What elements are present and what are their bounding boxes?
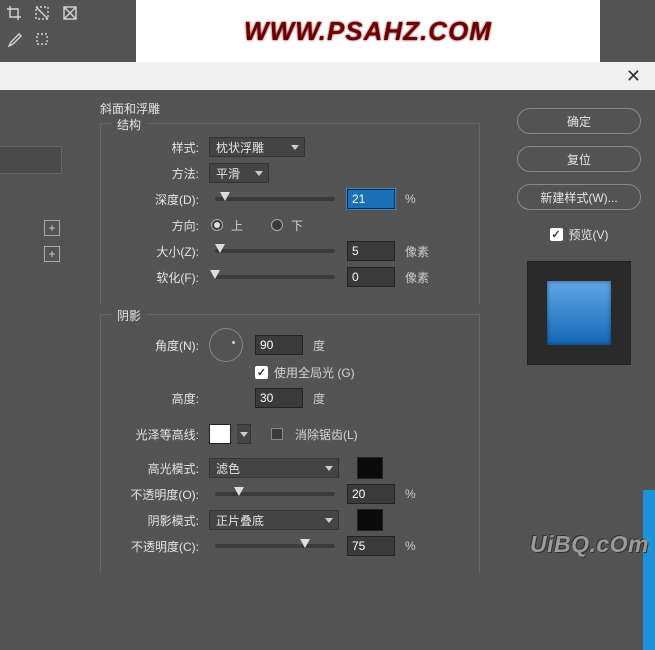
style-list-item[interactable]: [0, 146, 62, 174]
accent-bar: [643, 490, 655, 650]
style-label: 样式:: [113, 139, 203, 156]
highlight-opacity-input[interactable]: 20: [347, 484, 395, 504]
highlight-opacity-label: 不透明度(O):: [113, 486, 203, 503]
altitude-input[interactable]: 30: [255, 388, 303, 408]
ok-button[interactable]: 确定: [517, 108, 641, 134]
layer-style-dialog: ✕ + + 确定 复位 新建样式(W)... 预览(V) 斜面和浮雕: [0, 62, 655, 560]
frame-tool-icon[interactable]: [56, 0, 84, 26]
size-unit: 像素: [405, 243, 429, 260]
more-tool-icon[interactable]: [56, 26, 84, 52]
direction-up-radio[interactable]: [211, 219, 223, 231]
altitude-unit: 度: [313, 390, 325, 407]
shadow-opacity-unit: %: [405, 539, 416, 553]
antialias-checkbox[interactable]: [271, 428, 283, 440]
canvas-area: WWW.PSAHZ.COM: [136, 0, 600, 62]
preview-box: [527, 261, 631, 365]
highlight-color-swatch[interactable]: [357, 457, 383, 479]
marquee-tool-icon[interactable]: [28, 26, 56, 52]
size-input[interactable]: 5: [347, 241, 395, 261]
global-light-label: 使用全局光 (G): [274, 364, 355, 381]
highlight-opacity-slider[interactable]: [215, 492, 335, 496]
section-title: 斜面和浮雕: [100, 100, 480, 117]
angle-dial[interactable]: [209, 328, 243, 362]
depth-slider[interactable]: [215, 197, 335, 201]
antialias-label: 消除锯齿(L): [295, 426, 358, 443]
gloss-contour-dropdown-icon[interactable]: [237, 424, 251, 444]
soften-label: 软化(F):: [113, 269, 203, 286]
global-light-checkbox[interactable]: [255, 366, 268, 379]
shadow-opacity-slider[interactable]: [215, 544, 335, 548]
structure-group: 结构 样式: 枕状浮雕 方法: 平滑 深度(D): 21 % 方向:: [100, 123, 480, 304]
dialog-titlebar: ✕: [0, 62, 655, 90]
size-slider[interactable]: [215, 249, 335, 253]
shadow-mode-label: 阴影模式:: [113, 512, 203, 529]
watermark-top: WWW.PSAHZ.COM: [244, 16, 492, 47]
app-backdrop: WWW.PSAHZ.COM: [0, 0, 655, 62]
angle-label: 角度(N):: [113, 337, 203, 354]
shadow-mode-select[interactable]: 正片叠底: [209, 510, 339, 530]
direction-down-label: 下: [291, 217, 303, 234]
soften-unit: 像素: [405, 269, 429, 286]
depth-unit: %: [405, 192, 416, 206]
method-select[interactable]: 平滑: [209, 163, 269, 183]
method-label: 方法:: [113, 165, 203, 182]
highlight-mode-select[interactable]: 滤色: [209, 458, 339, 478]
watermark-bottom: UiBQ.cOm: [530, 531, 649, 558]
preview-swatch: [547, 281, 611, 345]
gloss-contour-swatch[interactable]: [209, 424, 231, 444]
direction-down-radio[interactable]: [271, 219, 283, 231]
shadow-opacity-label: 不透明度(C):: [113, 538, 203, 555]
style-list-stub: + +: [0, 146, 62, 234]
shading-legend: 阴影: [111, 307, 147, 324]
reset-button[interactable]: 复位: [517, 146, 641, 172]
highlight-opacity-unit: %: [405, 487, 416, 501]
direction-label: 方向:: [113, 217, 203, 234]
bevel-emboss-settings: 斜面和浮雕 结构 样式: 枕状浮雕 方法: 平滑 深度(D): 21 %: [100, 100, 480, 583]
eyedropper-tool-icon[interactable]: [0, 26, 28, 52]
direction-up-label: 上: [231, 217, 243, 234]
style-select[interactable]: 枕状浮雕: [209, 137, 305, 157]
add-effect-icon[interactable]: +: [44, 220, 60, 236]
close-icon[interactable]: ✕: [620, 66, 647, 87]
shadow-color-swatch[interactable]: [357, 509, 383, 531]
checkbox-icon[interactable]: [550, 228, 563, 241]
depth-input[interactable]: 21: [347, 189, 395, 209]
crop-tool-icon[interactable]: [0, 0, 28, 26]
preview-label: 预览(V): [569, 226, 609, 243]
slice-tool-icon[interactable]: [28, 0, 56, 26]
preview-toggle[interactable]: 预览(V): [550, 226, 609, 243]
highlight-mode-label: 高光模式:: [113, 460, 203, 477]
altitude-label: 高度:: [113, 390, 203, 407]
depth-label: 深度(D):: [113, 191, 203, 208]
shadow-opacity-input[interactable]: 75: [347, 536, 395, 556]
size-label: 大小(Z):: [113, 243, 203, 260]
tool-column: [0, 0, 88, 66]
gloss-contour-label: 光泽等高线:: [113, 426, 203, 443]
angle-input[interactable]: 90: [255, 335, 303, 355]
shading-group: 阴影 角度(N): 90 度 使用全局光 (G): [100, 314, 480, 573]
structure-legend: 结构: [111, 116, 147, 133]
add-effect-icon[interactable]: +: [44, 246, 60, 262]
angle-unit: 度: [313, 337, 325, 354]
soften-input[interactable]: 0: [347, 267, 395, 287]
new-style-button[interactable]: 新建样式(W)...: [517, 184, 641, 210]
soften-slider[interactable]: [215, 275, 335, 279]
dialog-actions: 确定 复位 新建样式(W)... 预览(V): [513, 108, 645, 365]
